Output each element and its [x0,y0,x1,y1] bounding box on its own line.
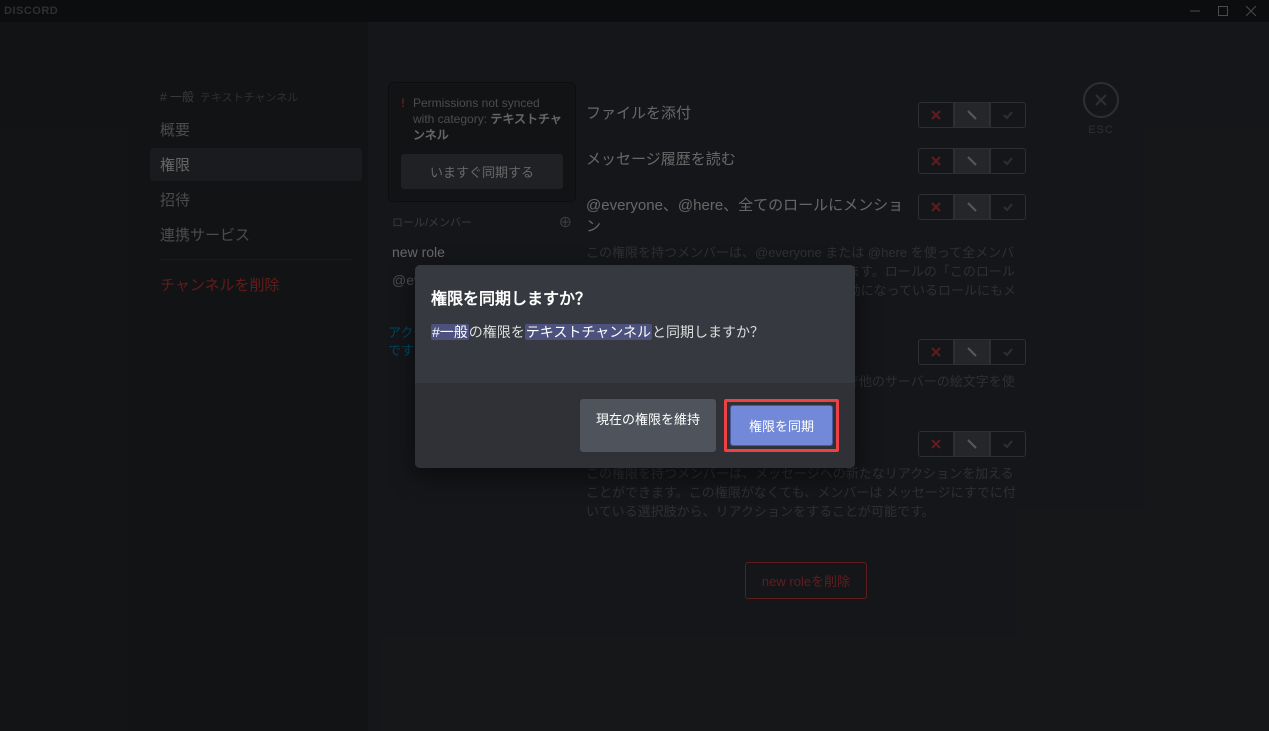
sync-button-highlight: 権限を同期 [724,399,839,452]
modal-footer: 現在の権限を維持 権限を同期 [415,383,855,468]
sync-permissions-button[interactable]: 権限を同期 [730,405,833,446]
keep-permissions-button[interactable]: 現在の権限を維持 [580,399,716,452]
sync-permissions-modal: 権限を同期しますか？ #一般の権限をテキストチャンネルと同期しますか？ 現在の権… [415,265,855,468]
modal-channel-highlight: #一般 [431,324,469,340]
modal-title: 権限を同期しますか？ [431,285,839,309]
modal-text: #一般の権限をテキストチャンネルと同期しますか？ [431,323,839,343]
modal-category-highlight: テキストチャンネル [525,324,652,340]
